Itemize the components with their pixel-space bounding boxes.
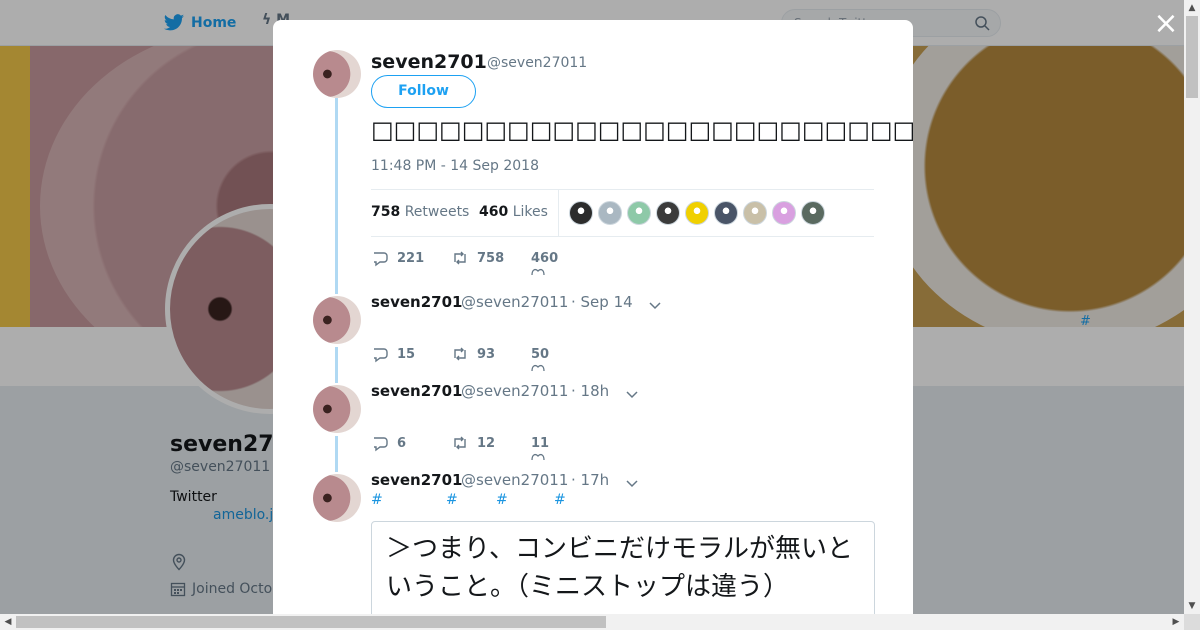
retweet-count: 12 [477, 435, 496, 451]
reply-count: 6 [397, 435, 407, 451]
reply-icon [374, 252, 388, 267]
reply-count: 221 [397, 250, 425, 266]
tweet-permalink-modal: seven2701 @seven27011 Follow □□□□□□□□□□□… [273, 20, 913, 614]
chevron-down-icon[interactable] [625, 387, 639, 401]
retweet-action[interactable]: 93 [451, 345, 531, 363]
tweet-text: □□□□□□□□□□□□□□□□□□□□□□□□□□□□□□□□□□□□□□□□… [371, 116, 913, 144]
hashtag-link[interactable]: # [371, 492, 383, 508]
liker-avatar[interactable] [569, 201, 593, 225]
liker-avatar[interactable] [598, 201, 622, 225]
chevron-down-icon[interactable] [648, 298, 662, 312]
close-icon[interactable]: × [1152, 9, 1180, 39]
reply-avatar[interactable] [313, 385, 361, 433]
liker-avatar[interactable] [714, 201, 738, 225]
reply-actions: 15 93 50 [371, 345, 591, 371]
reply-actions: 6 12 11 [371, 434, 591, 460]
tweet-timestamp[interactable]: 11:48 PM - 14 Sep 2018 [371, 158, 539, 174]
scroll-right-icon[interactable]: ▶ [1168, 614, 1184, 630]
like-count: 11 [531, 435, 550, 451]
reply-text-card: ＞つまり、コンビニだけモラルが無いということ。（ミニストップは違う） [371, 521, 875, 614]
retweet-icon [454, 347, 466, 361]
retweet-icon [454, 251, 466, 265]
retweets-stat[interactable]: 758 Retweets [371, 204, 469, 220]
retweets-count: 758 [371, 204, 401, 220]
likes-count: 460 [479, 204, 509, 220]
tweet-author-name[interactable]: seven2701 [371, 51, 487, 73]
liker-avatar[interactable] [656, 201, 680, 225]
reply-author-handle[interactable]: @seven27011 [461, 293, 568, 311]
thread-line [335, 98, 338, 294]
reply-action[interactable]: 6 [371, 434, 451, 452]
retweet-action[interactable]: 758 [451, 249, 531, 267]
reply-timestamp[interactable]: · Sep 14 [571, 293, 633, 311]
like-action[interactable]: 11 [531, 435, 591, 460]
hashtag-link[interactable]: # [446, 492, 458, 508]
liker-avatar[interactable] [743, 201, 767, 225]
hashtag-link[interactable]: # [554, 492, 566, 508]
liker-avatar[interactable] [772, 201, 796, 225]
horizontal-scrollbar[interactable]: ◀ ▶ [0, 614, 1184, 630]
heart-icon [531, 364, 545, 371]
reply-icon [374, 437, 388, 452]
tweet-author-handle[interactable]: @seven27011 [487, 55, 587, 71]
follow-button[interactable]: Follow [371, 75, 476, 108]
scrollbar-thumb[interactable] [16, 616, 606, 628]
reply-timestamp[interactable]: · 18h [571, 382, 609, 400]
reply-avatar[interactable] [313, 474, 361, 522]
scroll-up-icon[interactable]: ▲ [1184, 0, 1200, 16]
scrollbar-corner [1184, 614, 1200, 630]
thread-line [335, 347, 338, 383]
likes-label: Likes [512, 204, 548, 220]
like-action[interactable]: 460 [531, 250, 591, 275]
likes-stat[interactable]: 460 Likes [479, 204, 548, 220]
scrollbar-thumb[interactable] [1186, 16, 1198, 98]
tweet-avatar[interactable] [313, 50, 361, 98]
retweets-label: Retweets [404, 204, 470, 220]
like-count: 50 [531, 346, 550, 362]
reply-avatar[interactable] [313, 296, 361, 344]
like-action[interactable]: 50 [531, 346, 591, 371]
retweet-count: 93 [477, 346, 496, 362]
reply-action[interactable]: 221 [371, 249, 451, 267]
reply-author-handle[interactable]: @seven27011 [461, 471, 568, 489]
tweet-stats: 758 Retweets 460 Likes [371, 189, 874, 237]
chevron-down-icon[interactable] [625, 476, 639, 490]
liker-avatars [569, 201, 825, 225]
liker-avatar[interactable] [801, 201, 825, 225]
reply-timestamp[interactable]: · 17h [571, 471, 609, 489]
scroll-left-icon[interactable]: ◀ [0, 614, 16, 630]
thread-line [335, 436, 338, 472]
heart-icon [531, 453, 545, 460]
reply-author-name[interactable]: seven2701 [371, 293, 462, 311]
retweet-icon [454, 436, 466, 450]
like-count: 460 [531, 250, 559, 266]
reply-author-handle[interactable]: @seven27011 [461, 382, 568, 400]
hashtag-link[interactable]: # [496, 492, 508, 508]
vertical-scrollbar[interactable]: ▲ ▼ [1184, 0, 1200, 614]
liker-avatar[interactable] [685, 201, 709, 225]
stats-divider [558, 190, 559, 236]
retweet-count: 758 [477, 250, 505, 266]
retweet-action[interactable]: 12 [451, 434, 531, 452]
heart-icon [531, 268, 545, 275]
reply-action[interactable]: 15 [371, 345, 451, 363]
scroll-down-icon[interactable]: ▼ [1184, 598, 1200, 614]
tweet-actions: 221 758 460 [371, 249, 591, 275]
reply-icon [374, 348, 388, 363]
reply-count: 15 [397, 346, 416, 362]
reply-author-name[interactable]: seven2701 [371, 471, 462, 489]
liker-avatar[interactable] [627, 201, 651, 225]
reply-author-name[interactable]: seven2701 [371, 382, 462, 400]
